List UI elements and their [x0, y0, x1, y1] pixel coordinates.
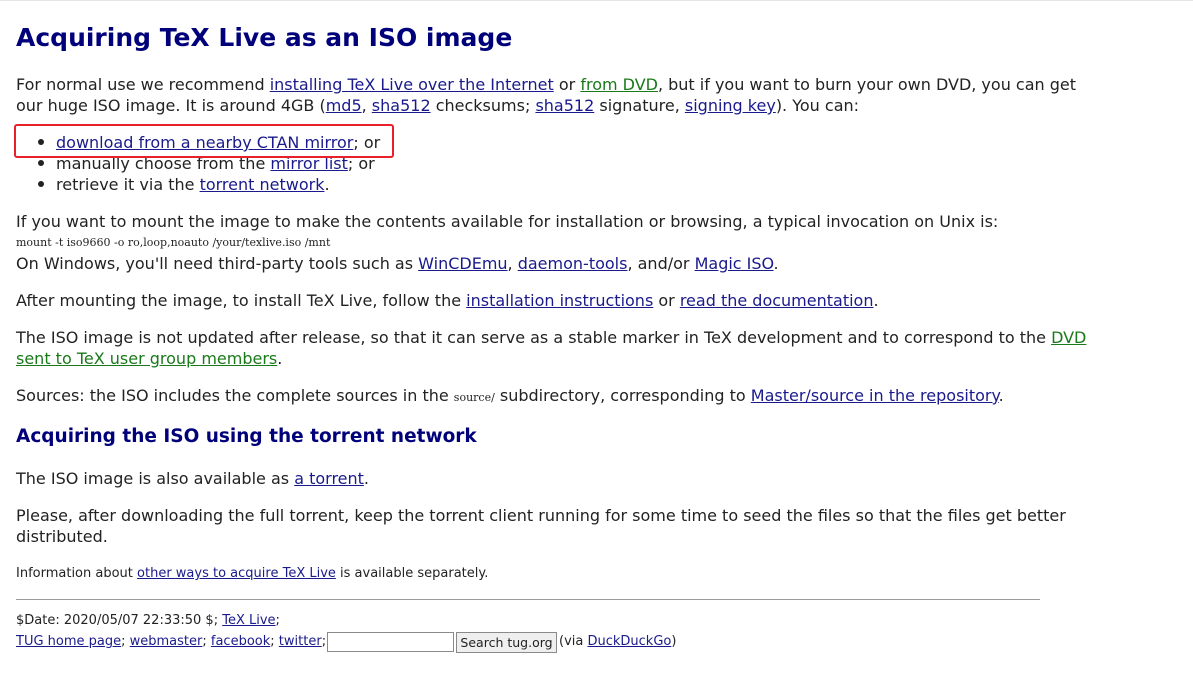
link-webmaster[interactable]: webmaster	[130, 634, 203, 649]
torrent-heading: Acquiring the ISO using the torrent netw…	[16, 426, 477, 447]
link-wincdemu[interactable]: WinCDEmu	[418, 254, 507, 273]
footer-links: TUG home page; webmaster; facebook; twit…	[16, 633, 326, 651]
link-sha512-signature[interactable]: sha512	[535, 96, 594, 115]
intro-text: checksums;	[430, 96, 536, 115]
footer-text: ;	[121, 634, 130, 649]
mount-text: If you want to mount the image to make t…	[16, 212, 999, 231]
not-updated-line-1: The ISO image is not updated after relea…	[16, 327, 1086, 348]
sources-paragraph: Sources: the ISO includes the complete s…	[16, 385, 1004, 408]
search-button[interactable]: Search tug.org	[456, 632, 557, 653]
separator-text: ,	[507, 254, 518, 273]
bullet-icon	[38, 160, 44, 166]
link-twitter[interactable]: twitter	[279, 634, 322, 649]
link-other-ways[interactable]: other ways to acquire TeX Live	[137, 566, 336, 581]
link-dvd-user-groups[interactable]: sent to TeX user group members	[16, 349, 277, 368]
info-other-ways: Information about other ways to acquire …	[16, 565, 488, 583]
intro-line-2: our huge ISO image. It is around 4GB (md…	[16, 95, 859, 116]
footer-text: ;	[275, 613, 280, 628]
sources-text: subdirectory, corresponding to	[494, 386, 751, 405]
list-item: retrieve it via the torrent network.	[56, 174, 330, 195]
mount-command: mount -t iso9660 -o ro,loop,noauto /your…	[16, 236, 331, 249]
intro-text: For normal use we recommend	[16, 75, 270, 94]
footer-text: ;	[202, 634, 211, 649]
link-signing-key[interactable]: signing key	[685, 96, 776, 115]
after-mount-text: After mounting the image, to install TeX…	[16, 291, 467, 310]
please-seed-line-1: Please, after downloading the full torre…	[16, 506, 1066, 525]
footer-divider	[16, 599, 1040, 600]
info-text: Information about	[16, 566, 138, 581]
link-facebook[interactable]: facebook	[211, 634, 270, 649]
link-tex-live[interactable]: TeX Live	[222, 613, 275, 628]
link-a-torrent[interactable]: a torrent	[294, 469, 364, 488]
not-updated-line-2: sent to TeX user group members.	[16, 348, 282, 369]
link-magic-iso[interactable]: Magic ISO	[695, 254, 774, 273]
link-md5[interactable]: md5	[326, 96, 362, 115]
after-mount-text: .	[873, 291, 879, 310]
footer-text: ;	[321, 634, 327, 649]
intro-text: ). You can:	[775, 96, 860, 115]
footer-via: (via DuckDuckGo)	[559, 633, 676, 651]
footer-date: $Date: 2020/05/07 22:33:50 $;	[16, 613, 223, 628]
intro-text: signature,	[594, 96, 685, 115]
link-from-dvd[interactable]: from DVD	[580, 75, 658, 94]
source-dir-code: source/	[453, 391, 495, 404]
intro-text: or	[553, 75, 581, 94]
separator-text: , and/or	[627, 254, 695, 273]
link-daemon-tools[interactable]: daemon-tools	[518, 254, 628, 273]
sources-text: .	[998, 386, 1004, 405]
windows-tools-line: On Windows, you'll need third-party tool…	[16, 253, 779, 274]
torrent-text: .	[363, 469, 370, 488]
not-updated-text: The ISO image is not updated after relea…	[16, 328, 1052, 347]
bullet-icon	[38, 181, 44, 187]
after-mount-paragraph: After mounting the image, to install TeX…	[16, 290, 879, 311]
link-duckduckgo[interactable]: DuckDuckGo	[587, 634, 671, 649]
link-dvd[interactable]: DVD	[1051, 328, 1086, 347]
link-torrent-network[interactable]: torrent network	[200, 175, 325, 194]
after-mount-text: or	[653, 291, 680, 310]
list-text: .	[324, 175, 330, 194]
link-master-source-repo[interactable]: Master/source in the repository	[751, 386, 999, 405]
footer-text: ;	[270, 634, 279, 649]
torrent-text: The ISO image is also available as	[16, 469, 295, 488]
link-read-documentation[interactable]: read the documentation	[680, 291, 874, 310]
link-tug-home[interactable]: TUG home page	[16, 634, 121, 649]
torrent-availability: The ISO image is also available as a tor…	[16, 468, 369, 489]
page-title: Acquiring TeX Live as an ISO image	[16, 23, 513, 52]
info-text: is available separately.	[335, 566, 489, 581]
footer-text: )	[671, 634, 677, 649]
link-sha512-checksum[interactable]: sha512	[372, 96, 431, 115]
link-installation-instructions[interactable]: installation instructions	[466, 291, 653, 310]
annotation-highlight-box	[14, 124, 394, 158]
windows-text: On Windows, you'll need third-party tool…	[16, 254, 419, 273]
not-updated-text: .	[277, 349, 283, 368]
link-install-internet[interactable]: installing TeX Live over the Internet	[270, 75, 554, 94]
list-text: retrieve it via the	[56, 175, 200, 194]
footer-text: (via	[559, 634, 588, 649]
intro-text: our huge ISO image. It is around 4GB (	[16, 96, 326, 115]
page: Acquiring TeX Live as an ISO image For n…	[0, 1, 1193, 685]
separator-text: .	[773, 254, 779, 273]
footer-date-line: $Date: 2020/05/07 22:33:50 $; TeX Live;	[16, 612, 280, 630]
please-seed-line-2: distributed.	[16, 527, 108, 546]
search-input[interactable]	[327, 632, 454, 652]
intro-text: , but if you want to burn your own DVD, …	[657, 75, 1077, 94]
intro-line-1: For normal use we recommend installing T…	[16, 74, 1076, 95]
sources-text: Sources: the ISO includes the complete s…	[16, 386, 454, 405]
intro-text: ,	[361, 96, 372, 115]
